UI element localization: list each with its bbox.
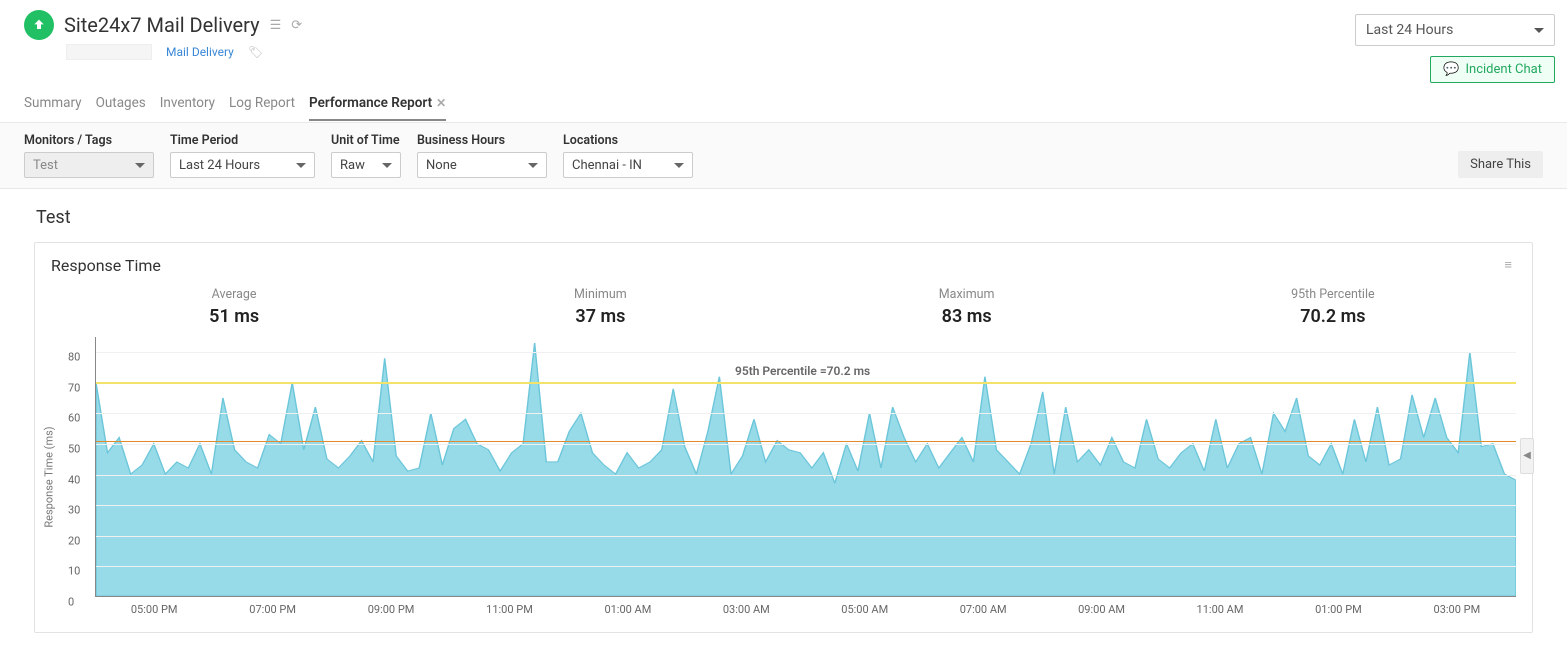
x-tick: 03:00 AM <box>687 603 805 616</box>
tab-summary[interactable]: Summary <box>24 95 82 121</box>
breadcrumb-link[interactable]: Mail Delivery <box>166 45 234 59</box>
tab-outages[interactable]: Outages <box>96 95 146 121</box>
chevron-down-icon <box>674 163 684 168</box>
chevron-down-icon <box>135 163 145 168</box>
locations-value: Chennai - IN <box>572 158 642 173</box>
y-tick: 50 <box>68 443 80 456</box>
unit-of-time-value: Raw <box>340 158 365 173</box>
unit-of-time-select[interactable]: Raw <box>331 152 401 178</box>
stat-value: 51 ms <box>51 306 417 327</box>
summary-stats: Average 51 msMinimum 37 msMaximum 83 ms95th… <box>35 275 1532 333</box>
time-range-select[interactable]: Last 24 Hours <box>1355 14 1555 46</box>
locations-label: Locations <box>563 133 693 148</box>
stat-average: Average 51 ms <box>51 287 417 327</box>
tab-log-report[interactable]: Log Report <box>229 95 295 121</box>
x-tick: 07:00 PM <box>213 603 331 616</box>
y-tick: 20 <box>68 534 80 547</box>
x-tick: 07:00 AM <box>924 603 1042 616</box>
unit-of-time-label: Unit of Time <box>331 133 401 148</box>
x-tick: 03:00 PM <box>1398 603 1516 616</box>
page-title: Site24x7 Mail Delivery <box>64 13 260 37</box>
time-range-value: Last 24 Hours <box>1366 22 1453 38</box>
monitors-value: Test <box>33 158 58 173</box>
stat-label: Minimum <box>417 287 783 302</box>
incident-chat-label: Incident Chat <box>1465 62 1542 77</box>
x-tick: 05:00 AM <box>806 603 924 616</box>
y-tick: 80 <box>68 351 80 364</box>
x-tick: 01:00 PM <box>1279 603 1397 616</box>
p95-reference-label: 95th Percentile =70.2 ms <box>735 364 870 378</box>
time-period-select[interactable]: Last 24 Hours <box>170 152 315 178</box>
x-tick: 11:00 AM <box>1161 603 1279 616</box>
tag-icon[interactable]: 🏷 <box>248 45 263 59</box>
response-time-card: Response Time ≡ Average 51 msMinimum 37 ms… <box>34 242 1533 633</box>
incident-chat-button[interactable]: 💬 Incident Chat <box>1430 56 1555 83</box>
chevron-down-icon <box>296 163 306 168</box>
x-tick: 09:00 PM <box>332 603 450 616</box>
y-tick: 0 <box>68 596 74 609</box>
x-tick: 01:00 AM <box>569 603 687 616</box>
response-time-chart: 0102030405060708095th Percentile =70.2 m… <box>95 337 1516 597</box>
monitor-thumbnail <box>66 44 152 60</box>
stat-value: 70.2 ms <box>1150 306 1516 327</box>
x-tick: 05:00 PM <box>95 603 213 616</box>
stat-minimum: Minimum 37 ms <box>417 287 783 327</box>
tab-bar: Summary Outages Inventory Log Report Perform… <box>0 83 1567 122</box>
monitors-label: Monitors / Tags <box>24 133 154 148</box>
stat-95th-percentile: 95th Percentile 70.2 ms <box>1150 287 1516 327</box>
share-button[interactable]: Share This <box>1458 151 1543 178</box>
y-tick: 70 <box>68 381 80 394</box>
y-tick: 10 <box>68 565 80 578</box>
chat-icon: 💬 <box>1443 62 1459 77</box>
stat-label: 95th Percentile <box>1150 287 1516 302</box>
x-tick: 11:00 PM <box>450 603 568 616</box>
hamburger-icon[interactable]: ≡ <box>1500 255 1516 275</box>
stat-label: Average <box>51 287 417 302</box>
chevron-down-icon <box>1534 28 1544 33</box>
time-period-value: Last 24 Hours <box>179 158 260 173</box>
stat-value: 83 ms <box>784 306 1150 327</box>
card-title: Response Time <box>51 256 161 275</box>
y-tick: 30 <box>68 504 80 517</box>
x-tick: 09:00 AM <box>1042 603 1160 616</box>
y-axis-title: Response Time (ms) <box>43 426 56 527</box>
refresh-icon[interactable]: ⟳ <box>291 18 302 33</box>
stat-maximum: Maximum 83 ms <box>784 287 1150 327</box>
close-icon[interactable]: ✕ <box>436 96 446 110</box>
stat-label: Maximum <box>784 287 1150 302</box>
chevron-down-icon <box>382 163 392 168</box>
tab-performance-report[interactable]: Performance Report✕ <box>309 95 446 121</box>
menu-icon[interactable]: ☰ <box>270 18 282 33</box>
y-tick: 40 <box>68 473 80 486</box>
monitors-select[interactable]: Test <box>24 152 154 178</box>
panel-toggle[interactable]: ◀ <box>1520 438 1534 474</box>
section-title: Test <box>36 207 1533 228</box>
time-period-label: Time Period <box>170 133 315 148</box>
locations-select[interactable]: Chennai - IN <box>563 152 693 178</box>
status-up-icon <box>24 10 54 40</box>
x-axis-ticks: 05:00 PM07:00 PM09:00 PM11:00 PM01:00 AM… <box>95 603 1516 616</box>
stat-value: 37 ms <box>417 306 783 327</box>
business-hours-label: Business Hours <box>417 133 547 148</box>
chevron-down-icon <box>528 163 538 168</box>
y-tick: 60 <box>68 412 80 425</box>
business-hours-select[interactable]: None <box>417 152 547 178</box>
tab-inventory[interactable]: Inventory <box>160 95 215 121</box>
business-hours-value: None <box>426 158 457 173</box>
